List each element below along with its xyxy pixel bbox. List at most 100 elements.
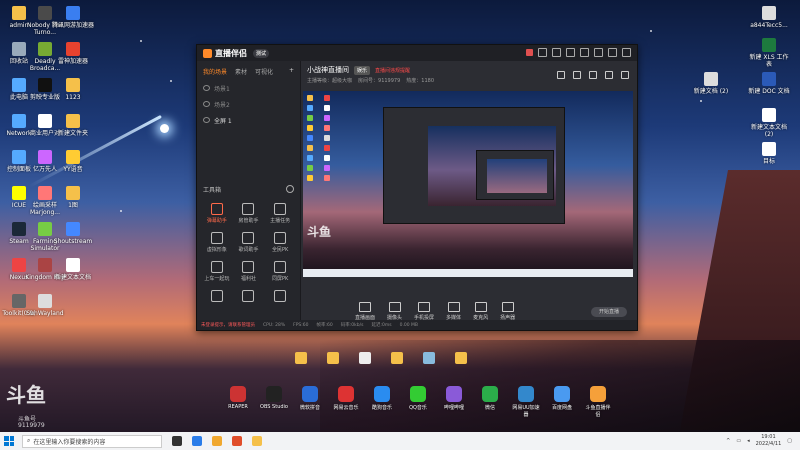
app-icon (518, 386, 534, 402)
eye-icon[interactable] (203, 117, 210, 123)
desktop-shortcut[interactable]: 1图 (52, 186, 94, 209)
scene-item[interactable]: 场景1 (197, 80, 300, 96)
desktop-shortcut[interactable] (358, 352, 372, 366)
desktop-shortcut[interactable]: 目标 (748, 142, 790, 165)
tool-button[interactable]: 上车一起玩 (201, 261, 233, 282)
screen-capture-button[interactable]: 直播画面 (355, 302, 375, 321)
notification-icon[interactable]: ▢ (787, 438, 792, 444)
tab-my-scenes[interactable]: 我的场景 (203, 67, 227, 76)
dock-shortcut[interactable]: REAPER (224, 386, 252, 418)
shield-icon[interactable] (552, 48, 561, 57)
taskbar-app-icon[interactable] (212, 436, 222, 446)
volume-icon[interactable]: ◂ (747, 438, 750, 444)
tool-button[interactable]: 歌词助手 (233, 232, 265, 253)
desktop-shortcut[interactable] (390, 352, 404, 366)
tool-button[interactable]: 弹幕助手 (201, 203, 233, 224)
desktop-shortcut[interactable] (326, 352, 340, 366)
desktop-shortcut[interactable]: 雷神加速器 (52, 42, 94, 65)
download-icon[interactable] (589, 71, 597, 79)
taskbar-search-input[interactable]: ⌕ 在这里输入你要搜索的内容 (22, 434, 162, 448)
add-scene-icon[interactable]: + (289, 67, 294, 76)
desktop-shortcut[interactable]: 新建文本文档 (2) (748, 108, 790, 138)
eye-icon[interactable] (203, 101, 210, 107)
gift-icon[interactable] (538, 48, 547, 57)
tab-materials[interactable]: 素材 (235, 67, 247, 76)
media-button[interactable]: 多媒体 (446, 302, 461, 321)
taskbar-app-icon[interactable] (192, 436, 202, 446)
dock-shortcut[interactable]: 斗鱼直播伴侣 (584, 386, 612, 418)
eye-icon[interactable] (203, 85, 210, 91)
tool-button[interactable] (201, 290, 233, 304)
speaker-button[interactable]: 扬声器 (500, 302, 515, 321)
shortcut-label: 腾讯网游加速器 (52, 22, 95, 29)
chevron-up-icon[interactable]: ^ (726, 438, 730, 444)
start-stream-button[interactable]: 开始直播 (591, 307, 627, 317)
shortcut-label: 新建文本文档 (54, 274, 91, 281)
tool-icon (274, 290, 287, 302)
desktop-shortcut[interactable]: SunWayland (24, 294, 66, 317)
desktop-shortcut[interactable] (294, 352, 308, 366)
desktop-shortcut[interactable]: 腾讯网游加速器 (52, 6, 94, 29)
desktop-shortcut[interactable] (454, 352, 468, 366)
app-icon (66, 114, 80, 128)
tool-icon (274, 261, 287, 273)
taskbar-app-icon[interactable] (252, 436, 262, 446)
tool-button[interactable]: 同屏PK (264, 261, 296, 282)
scene-item[interactable]: 全屏 1 (197, 112, 300, 128)
desktop-shortcut[interactable]: 新建文件夹 (52, 114, 94, 137)
toolbox-settings-icon[interactable] (286, 185, 294, 193)
desktop-shortcut[interactable] (422, 352, 436, 366)
desktop-shortcut[interactable]: 新建 DOC 文档 (748, 72, 790, 95)
tool-button[interactable]: 全民PK (264, 232, 296, 253)
tool-button[interactable]: 福利社 (233, 261, 265, 282)
camera-button[interactable]: 摄像头 (387, 302, 402, 321)
window-titlebar[interactable]: 直播伴侣 测试 (197, 45, 637, 61)
close-icon[interactable] (622, 48, 631, 57)
desktop-shortcut[interactable]: 新建 XLS 工作表 (748, 38, 790, 68)
phone-cast-button[interactable]: 手机投屏 (414, 302, 434, 321)
dock-shortcut[interactable]: 酷狗音乐 (368, 386, 396, 418)
live-companion-window[interactable]: 直播伴侣 测试 我的场景 素材 可视化 + 场景1 场景2 全屏 1 工具箱 弹… (196, 44, 638, 331)
taskbar-app-icon[interactable] (232, 436, 242, 446)
taskbar-app-icon[interactable] (172, 436, 182, 446)
tool-button[interactable] (264, 290, 296, 304)
tool-button[interactable]: 主播任务 (264, 203, 296, 224)
room-alert[interactable]: 直播间违规提醒 (375, 67, 410, 74)
network-icon[interactable]: ▭ (736, 438, 741, 444)
desktop-shortcut[interactable]: a844Tecc5... (748, 6, 790, 29)
minimize-icon[interactable] (594, 48, 603, 57)
desktop-shortcut[interactable]: 1123 (52, 78, 94, 101)
taskbar-clock[interactable]: 19:01 2022/4/11 (756, 434, 782, 448)
desktop-shortcut[interactable]: YY语音 (52, 150, 94, 173)
stream-preview[interactable]: 斗鱼 (303, 91, 633, 277)
dock-shortcut[interactable]: 微软拼音 (296, 386, 324, 418)
share-screen-icon[interactable] (557, 71, 565, 79)
tool-button[interactable]: 虚拟形象 (201, 232, 233, 253)
preview-app-icon (324, 95, 330, 101)
file-icon (762, 72, 776, 86)
user-avatar[interactable] (526, 49, 533, 56)
dock-shortcut[interactable]: 百度网盘 (548, 386, 576, 418)
dock-shortcut[interactable]: 网易云音乐 (332, 386, 360, 418)
tab-visual[interactable]: 可视化 (255, 67, 273, 76)
dock-shortcut[interactable]: 网易UU加速器 (512, 386, 540, 418)
desktop-shortcut[interactable]: 新建文本文档 (52, 258, 94, 281)
desktop-shortcut[interactable]: 新建文档 (2) (690, 72, 732, 95)
windows-start-icon[interactable] (4, 436, 14, 446)
lock-icon[interactable] (573, 71, 581, 79)
tool-button[interactable] (233, 290, 265, 304)
desktop-shortcut[interactable]: Shoutstream (52, 222, 94, 245)
share-icon[interactable] (621, 71, 629, 79)
tool-button[interactable]: 房管助手 (233, 203, 265, 224)
microphone-button[interactable]: 麦克风 (473, 302, 488, 321)
dock-shortcut[interactable]: 微信 (476, 386, 504, 418)
bell-icon[interactable] (605, 71, 613, 79)
dock-shortcut[interactable]: OBS Studio (260, 386, 288, 418)
settings-icon[interactable] (580, 48, 589, 57)
dock-shortcut[interactable]: 哔哩哔哩 (440, 386, 468, 418)
maximize-icon[interactable] (608, 48, 617, 57)
scene-item[interactable]: 场景2 (197, 96, 300, 112)
dock-shortcut[interactable]: QQ音乐 (404, 386, 432, 418)
app-icon (66, 258, 80, 272)
bell-icon[interactable] (566, 48, 575, 57)
